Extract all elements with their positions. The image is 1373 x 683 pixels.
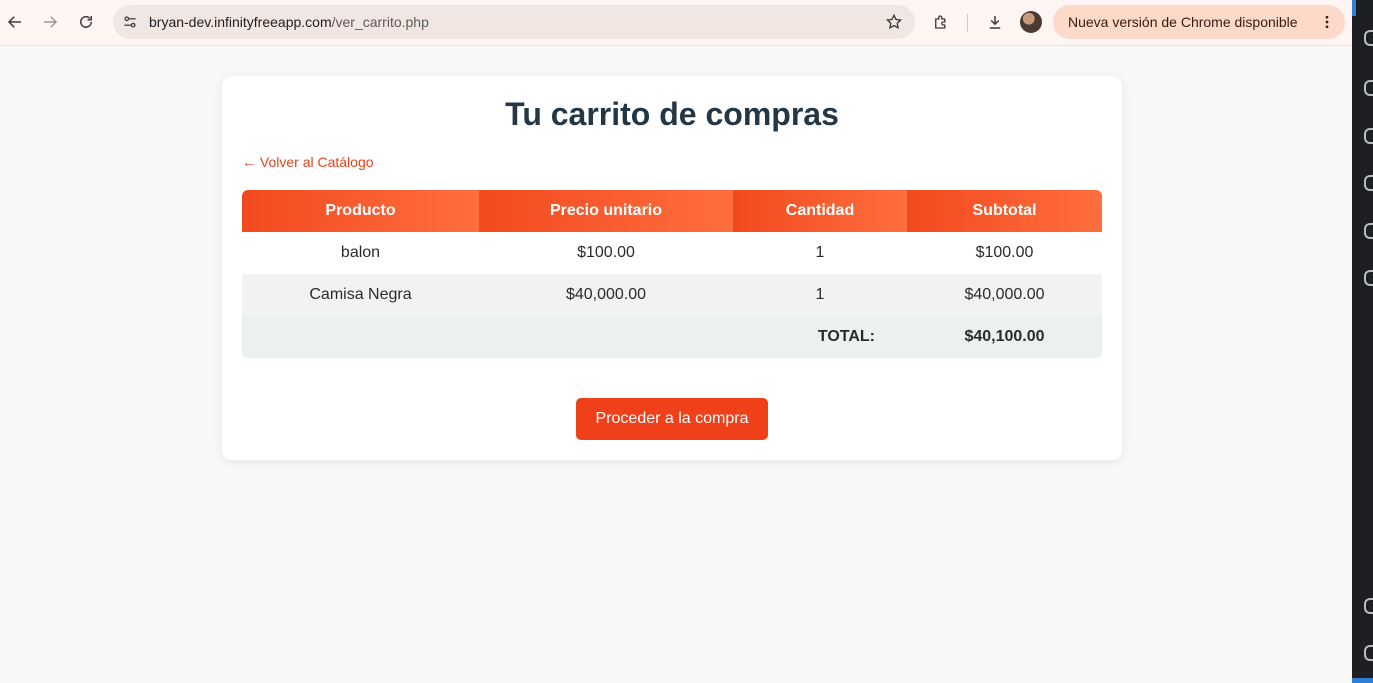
column-header-precio: Precio unitario: [479, 190, 733, 232]
back-icon[interactable]: [1, 8, 29, 36]
debug-icon: [1364, 128, 1373, 144]
bookmark-star-icon[interactable]: [883, 11, 905, 33]
url-path: /ver_carrito.php: [331, 14, 429, 30]
cell-subtotal: $100.00: [975, 244, 1034, 261]
site-settings-icon[interactable]: [120, 12, 140, 32]
forward-icon[interactable]: [36, 8, 64, 36]
cell-subtotal: $40,000.00: [907, 274, 1102, 316]
table-row: balon $100.00 1 $100.00: [242, 232, 1102, 274]
total-row: TOTAL: $40,100.00: [242, 316, 1102, 358]
chrome-update-button[interactable]: Nueva versión de Chrome disponible: [1053, 5, 1345, 39]
remote-icon: [1364, 223, 1373, 239]
reload-icon[interactable]: [72, 8, 100, 36]
address-bar[interactable]: bryan-dev.infinityfreeapp.com/ver_carrit…: [113, 5, 915, 39]
profile-avatar[interactable]: [1020, 11, 1042, 33]
search-icon: [1364, 30, 1373, 46]
source-control-icon: [1364, 80, 1373, 96]
empty-cell: [242, 316, 479, 358]
table-row: Camisa Negra $40,000.00 1 $40,000.00: [242, 274, 1102, 316]
url-host: bryan-dev.infinityfreeapp.com: [149, 14, 332, 30]
url-text[interactable]: bryan-dev.infinityfreeapp.com/ver_carrit…: [149, 14, 429, 30]
account-icon: [1364, 598, 1373, 614]
toolbar-divider: [967, 14, 968, 32]
table-header-row: Producto Precio unitario Cantidad Subtot…: [242, 190, 1102, 232]
cart-table: Producto Precio unitario Cantidad Subtot…: [242, 190, 1102, 358]
proceed-to-purchase-button[interactable]: Proceder a la compra: [576, 398, 768, 440]
update-label: Nueva versión de Chrome disponible: [1068, 14, 1298, 30]
active-indicator: [1352, 0, 1356, 16]
total-label: TOTAL:: [733, 316, 907, 358]
column-header-cantidad: Cantidad: [733, 190, 907, 232]
page-title: Tu carrito de compras: [505, 96, 839, 132]
more-menu-icon[interactable]: [1317, 12, 1337, 32]
column-header-subtotal: Subtotal: [907, 190, 1102, 232]
cell-producto: balon: [340, 244, 381, 261]
adjacent-window-edge: [1352, 0, 1373, 683]
back-to-catalog-link[interactable]: ← Volver al Catálogo: [242, 154, 374, 170]
cell-cantidad: 1: [815, 244, 825, 261]
settings-icon: [1364, 645, 1373, 661]
cell-precio: $40,000.00: [479, 274, 733, 316]
column-header-producto: Producto: [242, 190, 479, 232]
cell-cantidad: 1: [733, 274, 907, 316]
extensions-icon[interactable]: [927, 8, 955, 36]
extensions-panel-icon: [1364, 270, 1373, 286]
browser-toolbar: bryan-dev.infinityfreeapp.com/ver_carrit…: [0, 0, 1352, 46]
cart-card: Tu carrito de compras ← Volver al Catálo…: [222, 76, 1122, 460]
explorer-icon: [1364, 175, 1373, 191]
total-value: $40,100.00: [907, 316, 1102, 358]
download-icon[interactable]: [981, 8, 1009, 36]
cell-precio: $100.00: [577, 244, 635, 261]
cell-producto: Camisa Negra: [242, 274, 479, 316]
status-bar: [1352, 678, 1373, 683]
empty-cell: [479, 316, 733, 358]
